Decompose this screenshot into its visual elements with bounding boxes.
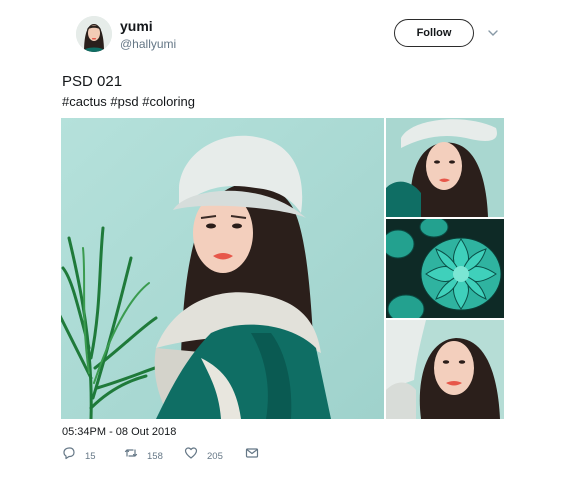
- follow-button[interactable]: Follow: [394, 19, 474, 47]
- photo-bottom-right[interactable]: [386, 320, 504, 419]
- reply-button[interactable]: 15: [62, 446, 96, 465]
- message-button[interactable]: [245, 447, 259, 463]
- heart-icon: [184, 446, 198, 465]
- media-grid: [61, 118, 504, 419]
- tweet-title: PSD 021: [62, 73, 123, 90]
- reply-count: 15: [85, 451, 96, 462]
- avatar[interactable]: [76, 16, 112, 52]
- like-button[interactable]: 205: [184, 446, 223, 465]
- photo-middle-right[interactable]: [386, 219, 504, 318]
- photo-top-right[interactable]: [386, 118, 504, 217]
- photo-main[interactable]: [61, 118, 384, 419]
- envelope-icon: [245, 446, 259, 465]
- reply-icon: [62, 446, 76, 465]
- retweet-icon: [124, 446, 138, 465]
- tweet-timestamp[interactable]: 05:34PM - 08 Out 2018: [62, 426, 176, 438]
- tweet-hashtags[interactable]: #cactus #psd #coloring: [62, 94, 195, 109]
- retweet-count: 158: [147, 451, 163, 462]
- retweet-button[interactable]: 158: [124, 447, 163, 463]
- user-name[interactable]: yumi: [120, 18, 153, 34]
- chevron-down-icon[interactable]: [486, 26, 500, 40]
- tweet-card: yumi @hallyumi Follow PSD 021 #cactus #p…: [0, 0, 564, 479]
- like-count: 205: [207, 451, 223, 462]
- user-handle[interactable]: @hallyumi: [120, 37, 176, 51]
